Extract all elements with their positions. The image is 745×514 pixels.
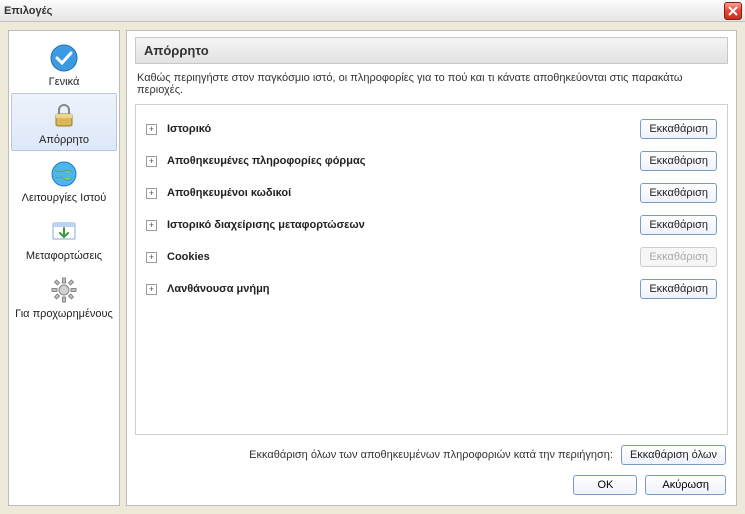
row-cookies: + Cookies Εκκαθάριση xyxy=(146,241,717,273)
clear-all-row: Εκκαθάριση όλων των αποθηκευμένων πληροφ… xyxy=(127,435,736,471)
content-panel: Απόρρητο Καθώς περιηγήστε στον παγκόσμιο… xyxy=(126,30,737,506)
row-label: Λανθάνουσα μνήμη xyxy=(167,283,640,295)
privacy-sections: + Ιστορικό Εκκαθάριση + Αποθηκευμένες πλ… xyxy=(135,104,728,435)
expand-toggle[interactable]: + xyxy=(146,156,157,167)
row-saved-form-info: + Αποθηκευμένες πληροφορίες φόρμας Εκκαθ… xyxy=(146,145,717,177)
sidebar-item-downloads[interactable]: Μεταφορτώσεις xyxy=(11,209,117,267)
page-description: Καθώς περιηγήστε στον παγκόσμιο ιστό, οι… xyxy=(137,72,726,96)
clear-all-label: Εκκαθάριση όλων των αποθηκευμένων πληροφ… xyxy=(249,449,613,461)
row-label: Αποθηκευμένοι κωδικοί xyxy=(167,187,640,199)
sidebar-item-label: Γενικά xyxy=(49,76,80,88)
main-area: Γενικά Απόρρητο Λειτουργίες Ιστού xyxy=(0,22,745,514)
cancel-button[interactable]: Ακύρωση xyxy=(645,475,726,495)
checkmark-icon xyxy=(48,42,80,74)
clear-button[interactable]: Εκκαθάριση xyxy=(640,151,717,171)
download-icon xyxy=(48,216,80,248)
clear-button[interactable]: Εκκαθάριση xyxy=(640,119,717,139)
row-saved-passwords: + Αποθηκευμένοι κωδικοί Εκκαθάριση xyxy=(146,177,717,209)
close-button[interactable] xyxy=(724,2,742,20)
expand-toggle[interactable]: + xyxy=(146,220,157,231)
sidebar-item-label: Μεταφορτώσεις xyxy=(26,250,102,262)
sidebar-item-privacy[interactable]: Απόρρητο xyxy=(11,93,117,151)
ok-button[interactable]: OK xyxy=(573,475,637,495)
clear-button[interactable]: Εκκαθάριση xyxy=(640,215,717,235)
gear-icon xyxy=(48,274,80,306)
row-label: Ιστορικό διαχείρισης μεταφορτώσεων xyxy=(167,219,640,231)
row-label: Αποθηκευμένες πληροφορίες φόρμας xyxy=(167,155,640,167)
clear-button[interactable]: Εκκαθάριση xyxy=(640,183,717,203)
clear-button[interactable]: Εκκαθάριση xyxy=(640,279,717,299)
clear-button: Εκκαθάριση xyxy=(640,247,717,267)
sidebar-item-advanced[interactable]: Για προχωρημένους xyxy=(11,267,117,325)
expand-toggle[interactable]: + xyxy=(146,124,157,135)
sidebar-item-general[interactable]: Γενικά xyxy=(11,35,117,93)
row-label: Ιστορικό xyxy=(167,123,640,135)
row-label: Cookies xyxy=(167,251,640,263)
window-title: Επιλογές xyxy=(4,5,52,17)
expand-toggle[interactable]: + xyxy=(146,252,157,263)
close-icon xyxy=(728,6,738,16)
globe-icon xyxy=(48,158,80,190)
sidebar-item-webfeatures[interactable]: Λειτουργίες Ιστού xyxy=(11,151,117,209)
row-download-history: + Ιστορικό διαχείρισης μεταφορτώσεων Εκκ… xyxy=(146,209,717,241)
sidebar-item-label: Απόρρητο xyxy=(39,134,89,146)
row-history: + Ιστορικό Εκκαθάριση xyxy=(146,113,717,145)
sidebar-item-label: Για προχωρημένους xyxy=(15,308,113,320)
sidebar-item-label: Λειτουργίες Ιστού xyxy=(22,192,107,204)
clear-all-button[interactable]: Εκκαθάριση όλων xyxy=(621,445,726,465)
titlebar: Επιλογές xyxy=(0,0,745,22)
sidebar: Γενικά Απόρρητο Λειτουργίες Ιστού xyxy=(8,30,120,506)
row-cache: + Λανθάνουσα μνήμη Εκκαθάριση xyxy=(146,273,717,305)
expand-toggle[interactable]: + xyxy=(146,188,157,199)
dialog-buttons: OK Ακύρωση xyxy=(127,471,736,505)
expand-toggle[interactable]: + xyxy=(146,284,157,295)
page-title: Απόρρητο xyxy=(135,37,728,64)
lock-icon xyxy=(48,100,80,132)
